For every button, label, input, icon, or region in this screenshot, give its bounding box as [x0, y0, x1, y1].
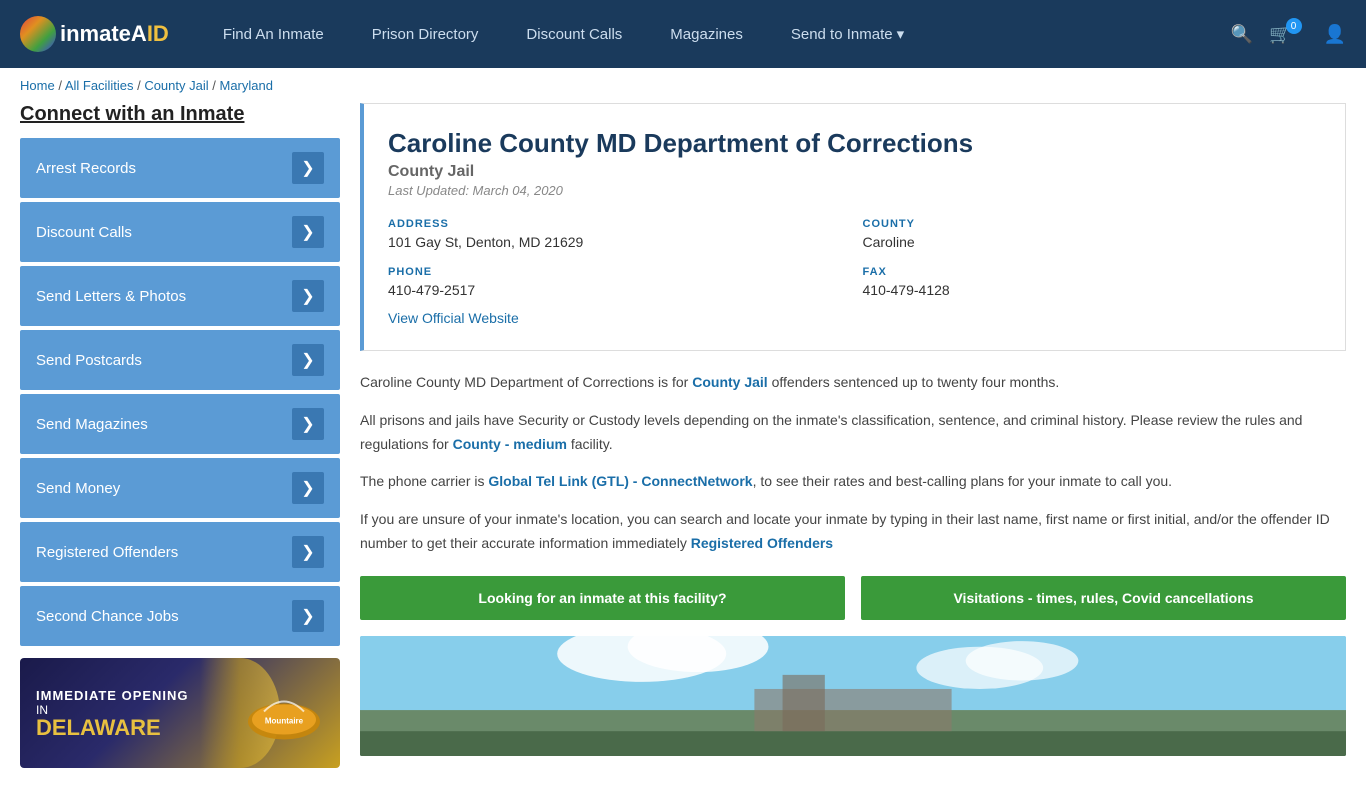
header-icons: 🔍 🛒 0 👤 [1231, 24, 1346, 45]
county-jail-link[interactable]: County Jail [692, 374, 767, 390]
main-container: Connect with an Inmate Arrest Records ❯ … [0, 103, 1366, 788]
visitation-button[interactable]: Visitations - times, rules, Covid cancel… [861, 576, 1346, 620]
arrow-icon: ❯ [292, 152, 324, 184]
facility-type: County Jail [388, 163, 1321, 181]
logo-area[interactable]: inmateAID [20, 16, 169, 52]
arrow-icon: ❯ [292, 216, 324, 248]
nav-find-inmate[interactable]: Find An Inmate [199, 26, 348, 43]
ad-logo-area: Mountaire [244, 682, 324, 745]
facility-name: Caroline County MD Department of Correct… [388, 128, 1321, 159]
sidebar-item-arrest-records[interactable]: Arrest Records ❯ [20, 138, 340, 198]
nav-prison-directory[interactable]: Prison Directory [348, 26, 503, 43]
breadcrumb-home[interactable]: Home [20, 78, 55, 93]
description: Caroline County MD Department of Correct… [360, 371, 1346, 556]
ad-banner[interactable]: IMMEDIATE OPENING IN DELAWARE Mountaire [20, 658, 340, 768]
nav-magazines[interactable]: Magazines [646, 26, 767, 43]
address-block: ADDRESS 101 Gay St, Denton, MD 21629 [388, 218, 847, 250]
sidebar-item-registered-offenders[interactable]: Registered Offenders ❯ [20, 522, 340, 582]
mountaire-logo-icon: Mountaire [244, 682, 324, 742]
breadcrumb-all-facilities[interactable]: All Facilities [65, 78, 134, 93]
find-inmate-button[interactable]: Looking for an inmate at this facility? [360, 576, 845, 620]
ad-immediate-text: IMMEDIATE OPENING [36, 688, 189, 703]
search-icon[interactable]: 🔍 [1231, 24, 1253, 45]
fax-value: 410-479-4128 [863, 282, 1322, 298]
user-icon[interactable]: 👤 [1324, 24, 1346, 45]
county-value: Caroline [863, 234, 1322, 250]
facility-photo-svg [360, 636, 1346, 756]
cart-wrapper[interactable]: 🛒 0 [1269, 24, 1307, 45]
sidebar-item-second-chance-jobs[interactable]: Second Chance Jobs ❯ [20, 586, 340, 646]
header: inmateAID Find An Inmate Prison Director… [0, 0, 1366, 68]
facility-card: Caroline County MD Department of Correct… [360, 103, 1346, 351]
description-para4: If you are unsure of your inmate's locat… [360, 508, 1346, 556]
description-para2: All prisons and jails have Security or C… [360, 409, 1346, 457]
ad-text-block: IMMEDIATE OPENING IN DELAWARE [36, 688, 189, 739]
phone-block: PHONE 410-479-2517 [388, 266, 847, 298]
arrow-icon: ❯ [292, 472, 324, 504]
content-area: Caroline County MD Department of Correct… [360, 103, 1346, 768]
sidebar-title: Connect with an Inmate [20, 103, 340, 126]
description-para1: Caroline County MD Department of Correct… [360, 371, 1346, 395]
nav-discount-calls[interactable]: Discount Calls [502, 26, 646, 43]
sidebar-item-send-postcards[interactable]: Send Postcards ❯ [20, 330, 340, 390]
county-medium-link[interactable]: County - medium [453, 436, 567, 452]
facility-info-grid: ADDRESS 101 Gay St, Denton, MD 21629 COU… [388, 218, 1321, 298]
cart-badge: 0 [1286, 18, 1302, 34]
sidebar-item-discount-calls[interactable]: Discount Calls ❯ [20, 202, 340, 262]
logo-text: inmateAID [60, 21, 169, 47]
registered-offenders-link[interactable]: Registered Offenders [691, 535, 833, 551]
description-para3: The phone carrier is Global Tel Link (GT… [360, 470, 1346, 494]
action-buttons: Looking for an inmate at this facility? … [360, 576, 1346, 620]
sidebar: Connect with an Inmate Arrest Records ❯ … [20, 103, 340, 768]
sidebar-item-send-magazines[interactable]: Send Magazines ❯ [20, 394, 340, 454]
address-value: 101 Gay St, Denton, MD 21629 [388, 234, 847, 250]
arrow-icon: ❯ [292, 344, 324, 376]
facility-photo [360, 636, 1346, 756]
county-block: COUNTY Caroline [863, 218, 1322, 250]
dropdown-arrow-icon: ▾ [897, 25, 905, 43]
view-website-link[interactable]: View Official Website [388, 310, 519, 326]
breadcrumb-maryland[interactable]: Maryland [219, 78, 272, 93]
svg-text:Mountaire: Mountaire [265, 717, 304, 726]
county-label: COUNTY [863, 218, 1322, 230]
arrow-icon: ❯ [292, 280, 324, 312]
nav-send-to-inmate[interactable]: Send to Inmate ▾ [767, 25, 928, 43]
address-label: ADDRESS [388, 218, 847, 230]
sidebar-menu: Arrest Records ❯ Discount Calls ❯ Send L… [20, 138, 340, 646]
arrow-icon: ❯ [292, 536, 324, 568]
logo-icon [20, 16, 56, 52]
facility-last-updated: Last Updated: March 04, 2020 [388, 183, 1321, 198]
ad-delaware-text: DELAWARE [36, 717, 189, 739]
sidebar-item-send-money[interactable]: Send Money ❯ [20, 458, 340, 518]
sidebar-item-send-letters[interactable]: Send Letters & Photos ❯ [20, 266, 340, 326]
fax-label: FAX [863, 266, 1322, 278]
gtl-link[interactable]: Global Tel Link (GTL) - ConnectNetwork [488, 473, 752, 489]
fax-block: FAX 410-479-4128 [863, 266, 1322, 298]
breadcrumb-county-jail[interactable]: County Jail [144, 78, 208, 93]
phone-value: 410-479-2517 [388, 282, 847, 298]
arrow-icon: ❯ [292, 408, 324, 440]
phone-label: PHONE [388, 266, 847, 278]
arrow-icon: ❯ [292, 600, 324, 632]
main-nav: Find An Inmate Prison Directory Discount… [199, 25, 1231, 43]
breadcrumb: Home / All Facilities / County Jail / Ma… [0, 68, 1366, 103]
